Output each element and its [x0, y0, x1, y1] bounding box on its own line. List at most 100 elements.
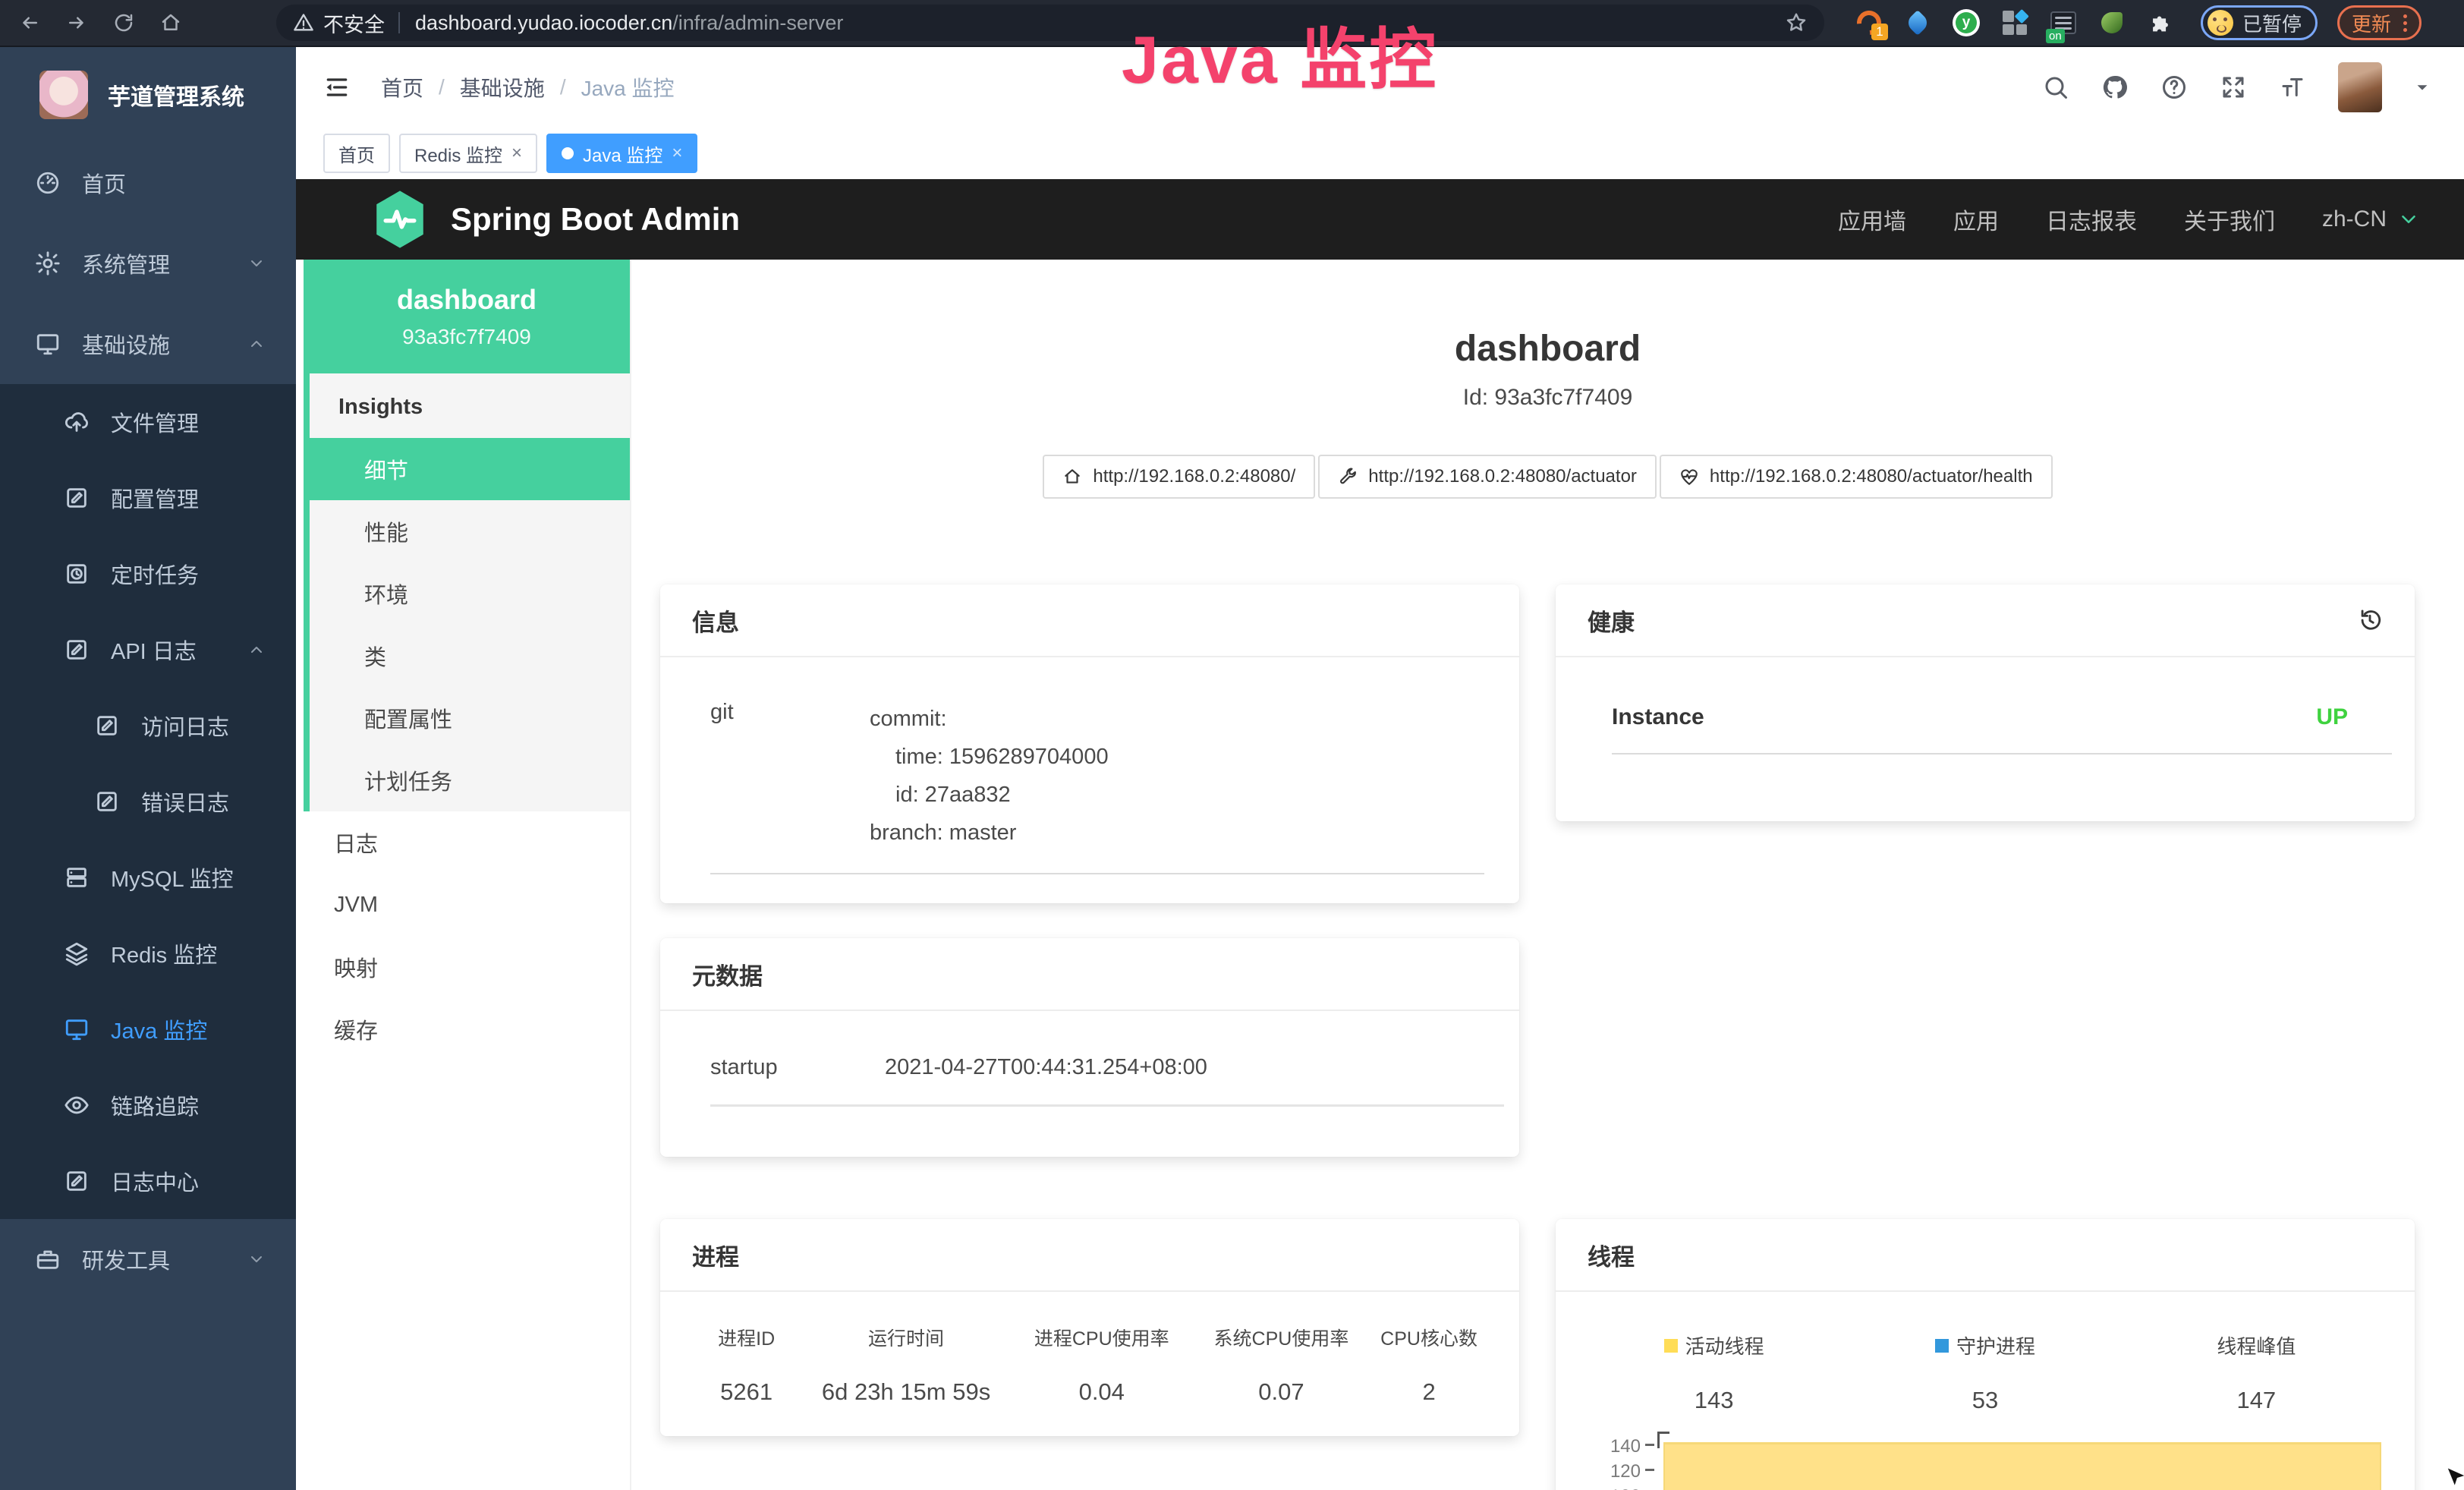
instance-link-label: http://192.168.0.2:48080/actuator — [1368, 466, 1637, 487]
paused-label: 已暂停 — [2242, 9, 2302, 37]
instance-link-wrench[interactable]: http://192.168.0.2:48080/actuator — [1318, 455, 1657, 499]
health-row-label: Instance — [1612, 704, 1704, 730]
sidebar-item-dev-tools[interactable]: 研发工具 — [0, 1219, 296, 1299]
sidebar-item-config[interactable]: 配置管理 — [0, 460, 296, 536]
sba-menu-日志[interactable]: 日志 — [304, 811, 630, 874]
back-icon[interactable] — [12, 5, 47, 40]
extension-pin-icon[interactable] — [1903, 8, 1932, 37]
edit-icon — [64, 637, 90, 663]
threads-card: 线程 活动线程143守护进程53线程峰值147 140120100 — [1556, 1219, 2415, 1490]
instance-header[interactable]: dashboard 93a3fc7f7409 — [304, 260, 630, 373]
bookmark-star-icon[interactable] — [1785, 11, 1808, 34]
profile-paused-badge[interactable]: 已暂停 — [2201, 5, 2318, 40]
sidebar-item-infra[interactable]: 基础设施 — [0, 304, 296, 384]
extensions-puzzle-icon[interactable] — [2146, 8, 2175, 37]
tab-Java 监控[interactable]: Java 监控× — [546, 134, 697, 173]
legend-swatch — [1664, 1339, 1678, 1353]
github-icon[interactable] — [2101, 74, 2129, 101]
sidebar-item-access-log[interactable]: 访问日志 — [0, 688, 296, 764]
process-col-header: 运行时间 — [802, 1324, 1010, 1351]
process-col: 进程CPU使用率0.04 — [1010, 1324, 1194, 1406]
sba-nav-wall[interactable]: 应用墙 — [1838, 203, 1906, 236]
fullscreen-icon[interactable] — [2220, 74, 2247, 101]
sidebar-item-system[interactable]: 系统管理 — [0, 223, 296, 304]
sba-logo-icon — [369, 188, 431, 250]
sidebar-item-mysql-monitor[interactable]: MySQL 监控 — [0, 840, 296, 915]
sba-menu-配置属性[interactable]: 配置属性 — [310, 687, 630, 749]
legend-value: 147 — [2121, 1387, 2392, 1414]
user-menu-caret-icon[interactable] — [2414, 79, 2431, 96]
gauge-icon — [35, 170, 61, 196]
status-badge: UP — [2316, 704, 2348, 730]
forward-icon[interactable] — [59, 5, 94, 40]
threads-legend: 活动线程143守护进程53线程峰值147 — [1556, 1292, 2415, 1414]
extension-list-icon[interactable]: on — [2049, 8, 2078, 37]
info-card: 信息 git commit:time: 1596289704000id: 27a… — [660, 584, 1519, 903]
sba-menu-环境[interactable]: 环境 — [310, 562, 630, 625]
sba-menu-计划任务[interactable]: 计划任务 — [310, 749, 630, 811]
reload-icon[interactable] — [106, 5, 141, 40]
search-icon[interactable] — [2042, 74, 2069, 101]
help-icon[interactable] — [2160, 74, 2188, 101]
extension-y-icon[interactable]: y — [1952, 8, 1981, 37]
sidebar-collapse-icon[interactable] — [322, 72, 352, 102]
sba-menu-细节[interactable]: 细节 — [310, 438, 630, 500]
home-icon[interactable] — [153, 5, 188, 40]
info-value-line: id: 27aa832 — [870, 776, 1484, 814]
url-bar[interactable]: 不安全 dashboard.yudao.iocoder.cn/infra/adm… — [276, 5, 1824, 41]
sidebar-item-trace[interactable]: 链路追踪 — [0, 1067, 296, 1143]
sidebar-item-log-center[interactable]: 日志中心 — [0, 1143, 296, 1219]
sidebar-item-file[interactable]: 文件管理 — [0, 384, 296, 460]
sba-menu-JVM[interactable]: JVM — [304, 874, 630, 936]
sidebar-item-redis-monitor[interactable]: Redis 监控 — [0, 915, 296, 991]
extension-leaf-icon[interactable] — [2097, 8, 2126, 37]
extension-orange-icon[interactable]: 1 — [1855, 8, 1883, 37]
browser-update-button[interactable]: 更新 — [2337, 5, 2422, 40]
sba-menu-性能[interactable]: 性能 — [310, 500, 630, 562]
sba-nav-applications[interactable]: 应用 — [1953, 203, 1999, 236]
security-chip[interactable]: 不安全 — [323, 8, 385, 38]
breadcrumb-item[interactable]: Java 监控 — [581, 72, 675, 102]
tab-首页[interactable]: 首页 — [323, 134, 390, 173]
breadcrumb-item[interactable]: 首页 — [381, 72, 423, 102]
update-label: 更新 — [2352, 9, 2391, 37]
sba-locale-select[interactable]: zh-CN — [2322, 206, 2420, 232]
sidebar-item-api-log[interactable]: API 日志 — [0, 612, 296, 688]
extensions-row: 1 y on — [1855, 8, 2175, 37]
sidebar-logo-row[interactable]: 芋道管理系统 — [0, 47, 296, 143]
tab-close-icon[interactable]: × — [672, 143, 682, 164]
threads-card-title: 线程 — [1588, 1238, 1635, 1272]
tag-view-bar: 首页Redis 监控×Java 监控× — [296, 128, 2464, 179]
font-size-icon[interactable] — [2279, 74, 2306, 101]
legend-label: 活动线程 — [1685, 1331, 1764, 1359]
warning-icon — [293, 12, 314, 33]
sba-nav-about[interactable]: 关于我们 — [2184, 203, 2275, 236]
process-col: 进程ID5261 — [691, 1324, 802, 1406]
instance-link-home[interactable]: http://192.168.0.2:48080/ — [1043, 455, 1315, 499]
history-icon[interactable] — [2357, 607, 2383, 633]
sba-menu-映射[interactable]: 映射 — [304, 936, 630, 998]
edit-icon — [94, 789, 120, 814]
tab-Redis 监控[interactable]: Redis 监控 × — [399, 134, 537, 173]
sidebar-item-java-monitor[interactable]: Java 监控 — [0, 991, 296, 1067]
breadcrumb-item[interactable]: 基础设施 — [460, 72, 545, 102]
info-row-value: commit:time: 1596289704000id: 27aa832bra… — [870, 700, 1484, 852]
url-text[interactable]: dashboard.yudao.iocoder.cn/infra/admin-s… — [415, 11, 843, 35]
tab-close-icon[interactable]: × — [511, 143, 522, 164]
tab-label: Redis 监控 — [414, 140, 502, 167]
sidebar-item-error-log[interactable]: 错误日志 — [0, 764, 296, 840]
instance-id: 93a3fc7f7409 — [402, 325, 531, 349]
health-row: Instance UP — [1556, 657, 2415, 730]
legend-守护进程: 守护进程53 — [1849, 1331, 2120, 1414]
extension-grid-icon[interactable] — [2000, 8, 2029, 37]
instance-link-heartbeat[interactable]: http://192.168.0.2:48080/actuator/health — [1660, 455, 2053, 499]
sba-menu-缓存[interactable]: 缓存 — [304, 998, 630, 1060]
sidebar-item-home[interactable]: 首页 — [0, 143, 296, 223]
sba-menu-类[interactable]: 类 — [310, 625, 630, 687]
sba-nav-journal[interactable]: 日志报表 — [2046, 203, 2137, 236]
sba-brand[interactable]: Spring Boot Admin — [451, 201, 740, 238]
user-avatar[interactable] — [2338, 62, 2382, 112]
briefcase-icon — [35, 1246, 61, 1272]
sidebar-item-job[interactable]: 定时任务 — [0, 536, 296, 612]
browser-menu-icon[interactable] — [2403, 14, 2407, 32]
